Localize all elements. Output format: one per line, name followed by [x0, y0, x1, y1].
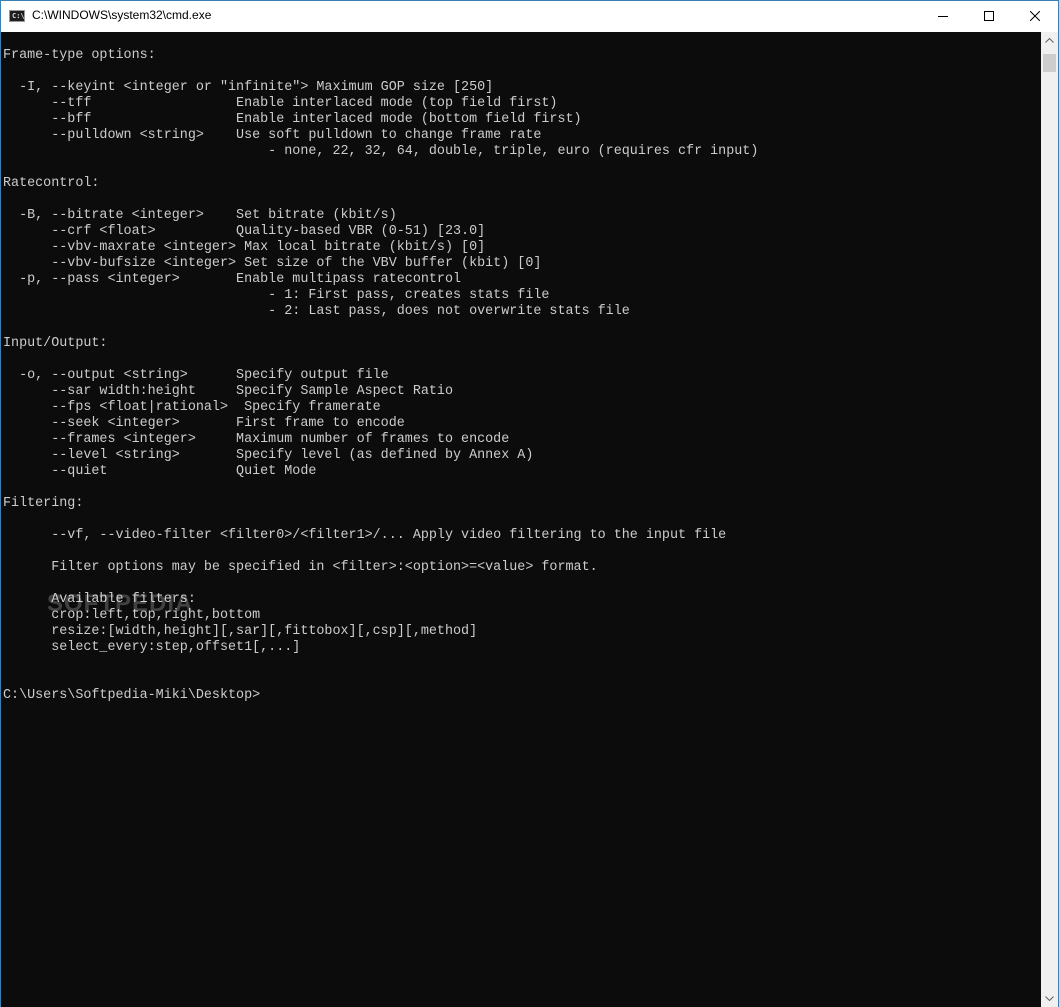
console-line: Ratecontrol:: [3, 176, 100, 191]
maximize-icon: [984, 11, 994, 21]
window-title: C:\WINDOWS\system32\cmd.exe: [32, 8, 212, 22]
console-line: - 1: First pass, creates stats file: [3, 288, 550, 303]
console-line: resize:[width,height][,sar][,fittobox][,…: [3, 624, 478, 639]
console-line: Filter options may be specified in <filt…: [3, 560, 598, 575]
console-line: --level <string> Specify level (as defin…: [3, 448, 534, 463]
cmd-window: C:\ C:\WINDOWS\system32\cmd.exe Frame-ty…: [0, 0, 1059, 1007]
console-line: --seek <integer> First frame to encode: [3, 416, 405, 431]
console-app-icon[interactable]: C:\: [9, 10, 25, 22]
close-icon: [1030, 11, 1040, 21]
console-line: --crf <float> Quality-based VBR (0-51) […: [3, 224, 486, 239]
console-line: -I, --keyint <integer or "infinite"> Max…: [3, 80, 494, 95]
console-line: - none, 22, 32, 64, double, triple, euro…: [3, 144, 759, 159]
vertical-scrollbar[interactable]: [1041, 32, 1058, 1007]
console-line: --vf, --video-filter <filter0>/<filter1>…: [3, 528, 727, 543]
scrollbar-thumb[interactable]: [1043, 54, 1056, 72]
console-app-icon-text: C:\: [12, 12, 25, 20]
command-prompt[interactable]: C:\Users\Softpedia-Miki\Desktop>: [3, 688, 260, 704]
title-bar[interactable]: C:\ C:\WINDOWS\system32\cmd.exe: [1, 1, 1058, 32]
console-line: --fps <float|rational> Specify framerate: [3, 400, 381, 415]
softpedia-watermark: SOFTPEDIA: [47, 590, 194, 617]
console-line: -B, --bitrate <integer> Set bitrate (kbi…: [3, 208, 397, 223]
console-line: Frame-type options:: [3, 48, 156, 63]
chevron-up-icon: [1045, 38, 1054, 43]
minimize-icon: [938, 16, 948, 17]
console-line: --vbv-bufsize <integer> Set size of the …: [3, 256, 542, 271]
console-output[interactable]: Frame-type options: -I, --keyint <intege…: [1, 32, 1041, 1007]
console-line: - 2: Last pass, does not overwrite stats…: [3, 304, 630, 319]
console-line: --pulldown <string> Use soft pulldown to…: [3, 128, 542, 143]
console-line: Filtering:: [3, 496, 84, 511]
console-line: --vbv-maxrate <integer> Max local bitrat…: [3, 240, 486, 255]
console-line: -o, --output <string> Specify output fil…: [3, 368, 389, 383]
maximize-button[interactable]: [966, 1, 1012, 32]
scroll-up-button[interactable]: [1041, 32, 1058, 49]
chevron-down-icon: [1045, 996, 1054, 1001]
minimize-button[interactable]: [920, 1, 966, 32]
scroll-down-button[interactable]: [1041, 990, 1058, 1007]
console-line: --frames <integer> Maximum number of fra…: [3, 432, 510, 447]
console-line: --tff Enable interlaced mode (top field …: [3, 96, 558, 111]
console-line: --bff Enable interlaced mode (bottom fie…: [3, 112, 582, 127]
close-button[interactable]: [1012, 1, 1058, 32]
console-line: Input/Output:: [3, 336, 108, 351]
console-line: -p, --pass <integer> Enable multipass ra…: [3, 272, 462, 287]
console-line: select_every:step,offset1[,...]: [3, 640, 301, 655]
console-line: --quiet Quiet Mode: [3, 464, 317, 479]
console-line: --sar width:height Specify Sample Aspect…: [3, 384, 453, 399]
